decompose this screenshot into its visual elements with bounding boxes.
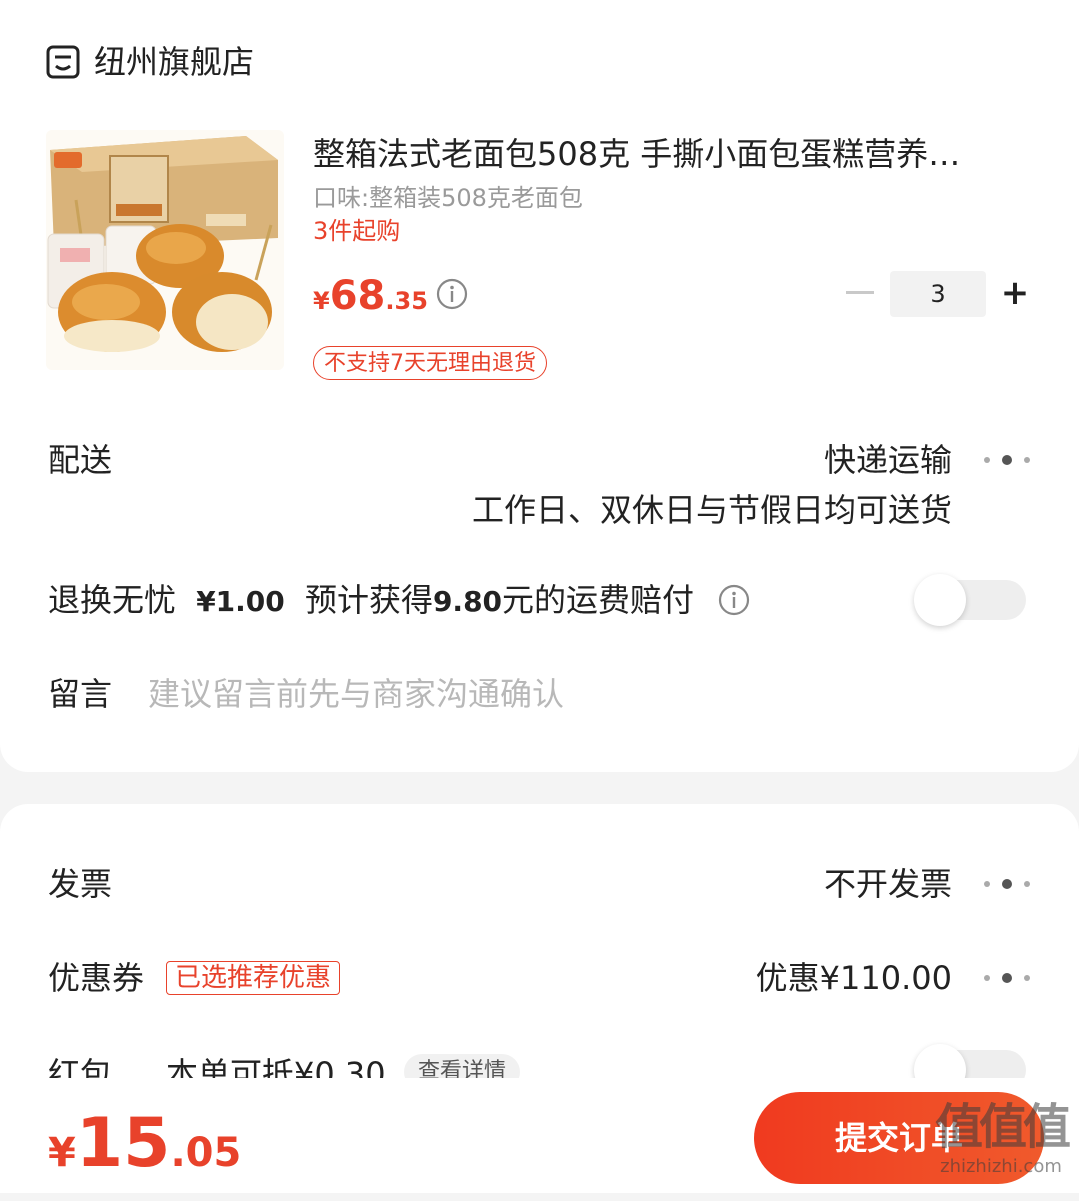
price-info-icon[interactable] [436, 278, 468, 310]
price-decimal: .35 [385, 287, 428, 315]
price-currency: ¥ [313, 287, 330, 315]
coupon-value[interactable]: 优惠¥110.00 [756, 956, 952, 1000]
coupon-label: 优惠券 [48, 959, 145, 997]
site-watermark: 值值值 zhizhizhi.com [926, 1098, 1076, 1190]
message-label: 留言 [48, 675, 113, 713]
price-integer: 68 [329, 273, 386, 319]
return-desc-prefix: 预计获得 [304, 581, 433, 619]
quantity-increase-button[interactable]: + [1000, 276, 1030, 310]
watermark-logo-text: 值值值 [934, 1099, 1071, 1155]
return-desc-suffix: 元的运费赔付 [502, 581, 695, 619]
return-worry-free-toggle[interactable] [914, 574, 1032, 626]
product-image[interactable] [46, 130, 284, 370]
return-worry-free-row: 退换无忧 ¥1.00 预计获得9.80元的运费赔付 [48, 578, 694, 624]
total-integer: 15 [75, 1104, 171, 1183]
order-item-card: 纽州旗舰店 整箱法式老面包508克 手撕小面包蛋糕营养… 口味:整箱装508克老… [0, 0, 1079, 772]
coupon-more-icon[interactable] [982, 972, 1032, 984]
coupon-selected-badge: 已选推荐优惠 [166, 961, 341, 995]
invoice-value[interactable]: 不开发票 [824, 862, 952, 906]
delivery-method[interactable]: 快递运输 [824, 438, 952, 482]
total-price: ¥15.05 [48, 1104, 241, 1201]
total-decimal: .05 [170, 1130, 242, 1176]
invoice-more-icon[interactable] [982, 878, 1032, 890]
min-purchase-note: 3件起购 [313, 217, 401, 245]
product-title[interactable]: 整箱法式老面包508克 手撕小面包蛋糕营养… [313, 132, 1013, 176]
delivery-note: 工作日、双休日与节假日均可送货 [471, 491, 952, 529]
return-worry-free-price: ¥1.00 [196, 585, 285, 618]
delivery-more-icon[interactable] [982, 454, 1032, 466]
store-icon [46, 45, 80, 79]
store-name[interactable]: 纽州旗舰店 [94, 40, 254, 84]
delivery-label: 配送 [48, 441, 113, 479]
message-input[interactable]: 建议留言前先与商家沟通确认 [148, 672, 564, 716]
return-worry-free-label: 退换无忧 [48, 581, 177, 619]
invoice-label: 发票 [48, 865, 113, 903]
total-currency: ¥ [48, 1130, 76, 1176]
quantity-input[interactable]: 3 [890, 271, 986, 317]
quantity-decrease-button[interactable] [846, 291, 874, 294]
return-desc-amount: 9.80 [432, 585, 503, 618]
product-price: ¥68.35 [313, 268, 428, 332]
return-info-icon[interactable] [718, 584, 750, 616]
watermark-url: zhizhizhi.com [940, 1156, 1062, 1177]
product-spec[interactable]: 口味:整箱装508克老面包 [313, 182, 583, 214]
no-return-tag: 不支持7天无理由退货 [313, 346, 547, 380]
